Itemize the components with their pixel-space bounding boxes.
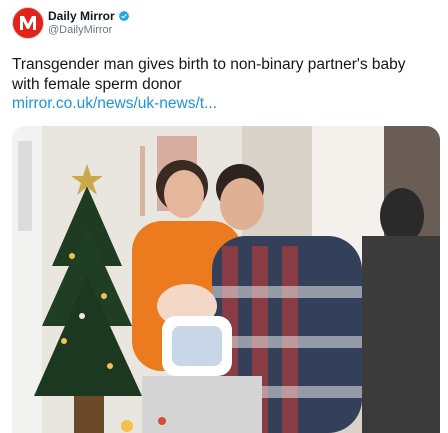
- mirror-logo-icon: [13, 8, 43, 38]
- photo-family-christmas: [12, 126, 440, 433]
- tweet-card[interactable]: Daily Mirror @DailyMirror Transgender ma…: [0, 0, 448, 433]
- verified-badge-icon: [118, 10, 129, 22]
- avatar[interactable]: [12, 7, 44, 39]
- tweet-text: Transgender man gives birth to non-binar…: [12, 55, 436, 114]
- author-row: Daily Mirror: [48, 9, 130, 23]
- tweet-body: Transgender man gives birth to non-binar…: [12, 56, 406, 93]
- tweet-link[interactable]: mirror.co.uk/news/uk-news/t...: [12, 95, 217, 112]
- tweet-photo[interactable]: [12, 126, 440, 433]
- author-name[interactable]: Daily Mirror: [48, 9, 115, 23]
- author-handle[interactable]: @DailyMirror: [48, 24, 112, 36]
